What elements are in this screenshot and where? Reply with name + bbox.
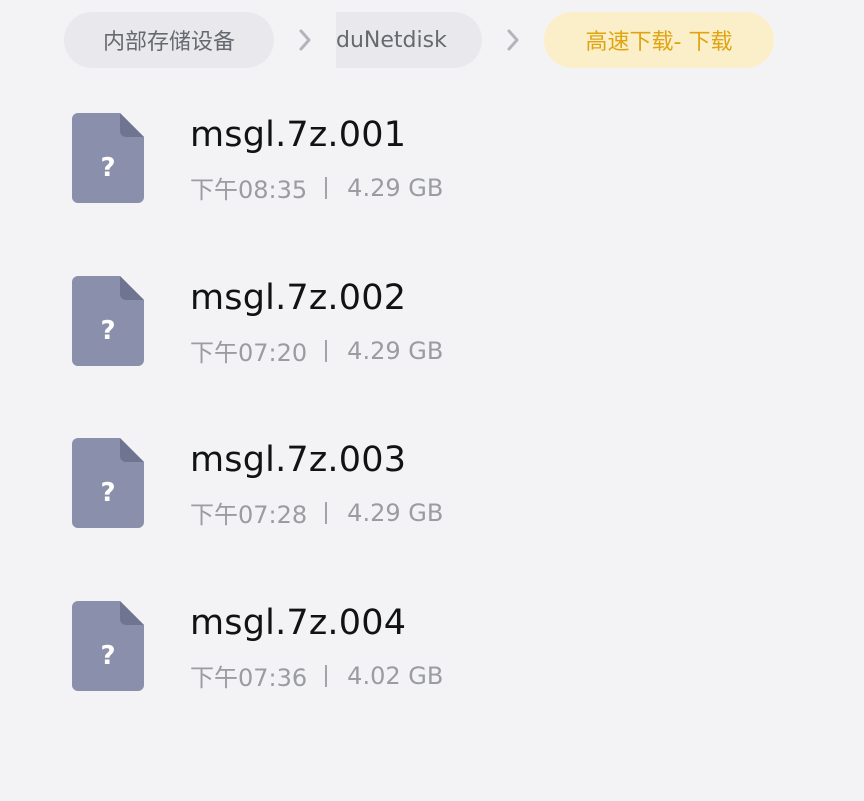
file-size: 4.29 GB — [347, 336, 444, 365]
file-modified-time: 下午08:35 — [190, 176, 308, 204]
file-list-item[interactable]: ? msgl.7z.002 下午07:20 4.29 GB — [72, 276, 772, 368]
file-name: msgl.7z.001 — [190, 115, 407, 155]
meta-divider — [325, 501, 328, 524]
meta-divider — [325, 664, 328, 687]
file-meta: 下午07:28 4.29 GB — [190, 495, 443, 530]
file-icon-glyph: ? — [100, 641, 115, 671]
file-modified-time: 下午07:36 — [190, 664, 308, 692]
file-name: msgl.7z.002 — [190, 278, 407, 318]
file-icon-glyph: ? — [100, 153, 115, 183]
chevron-right-icon — [274, 12, 336, 68]
unknown-file-icon: ? — [72, 601, 144, 691]
file-meta: 下午07:36 4.02 GB — [190, 658, 443, 693]
file-size: 4.02 GB — [347, 661, 444, 690]
chevron-right-icon — [482, 12, 544, 68]
file-meta: 下午07:20 4.29 GB — [190, 333, 443, 368]
meta-divider — [325, 339, 328, 362]
file-size: 4.29 GB — [347, 173, 444, 202]
unknown-file-icon: ? — [72, 438, 144, 528]
file-name: msgl.7z.004 — [190, 603, 407, 643]
breadcrumb: 内部存储设备 duNetdisk 高速下载- 下载 — [64, 12, 774, 68]
file-modified-time: 下午07:20 — [190, 339, 308, 367]
file-list-item[interactable]: ? msgl.7z.004 下午07:36 4.02 GB — [72, 601, 772, 693]
file-name: msgl.7z.003 — [190, 440, 407, 480]
file-icon-glyph: ? — [100, 478, 115, 508]
breadcrumb-internal-storage[interactable]: 内部存储设备 — [64, 12, 274, 68]
breadcrumb-current-folder[interactable]: 高速下载- 下载 — [544, 12, 774, 68]
file-modified-time: 下午07:28 — [190, 501, 308, 529]
file-icon-glyph: ? — [100, 316, 115, 346]
breadcrumb-label: 内部存储设备 — [102, 30, 235, 55]
file-size: 4.29 GB — [347, 498, 444, 527]
file-meta: 下午08:35 4.29 GB — [190, 170, 443, 205]
breadcrumb-dunetdisk[interactable]: duNetdisk — [336, 12, 482, 68]
file-list-item[interactable]: ? msgl.7z.001 下午08:35 4.29 GB — [72, 113, 772, 205]
file-list-item[interactable]: ? msgl.7z.003 下午07:28 4.29 GB — [72, 438, 772, 530]
breadcrumb-label: duNetdisk — [336, 27, 447, 53]
unknown-file-icon: ? — [72, 276, 144, 366]
breadcrumb-label: 高速下载- 下载 — [585, 30, 733, 55]
meta-divider — [325, 176, 328, 199]
unknown-file-icon: ? — [72, 113, 144, 203]
